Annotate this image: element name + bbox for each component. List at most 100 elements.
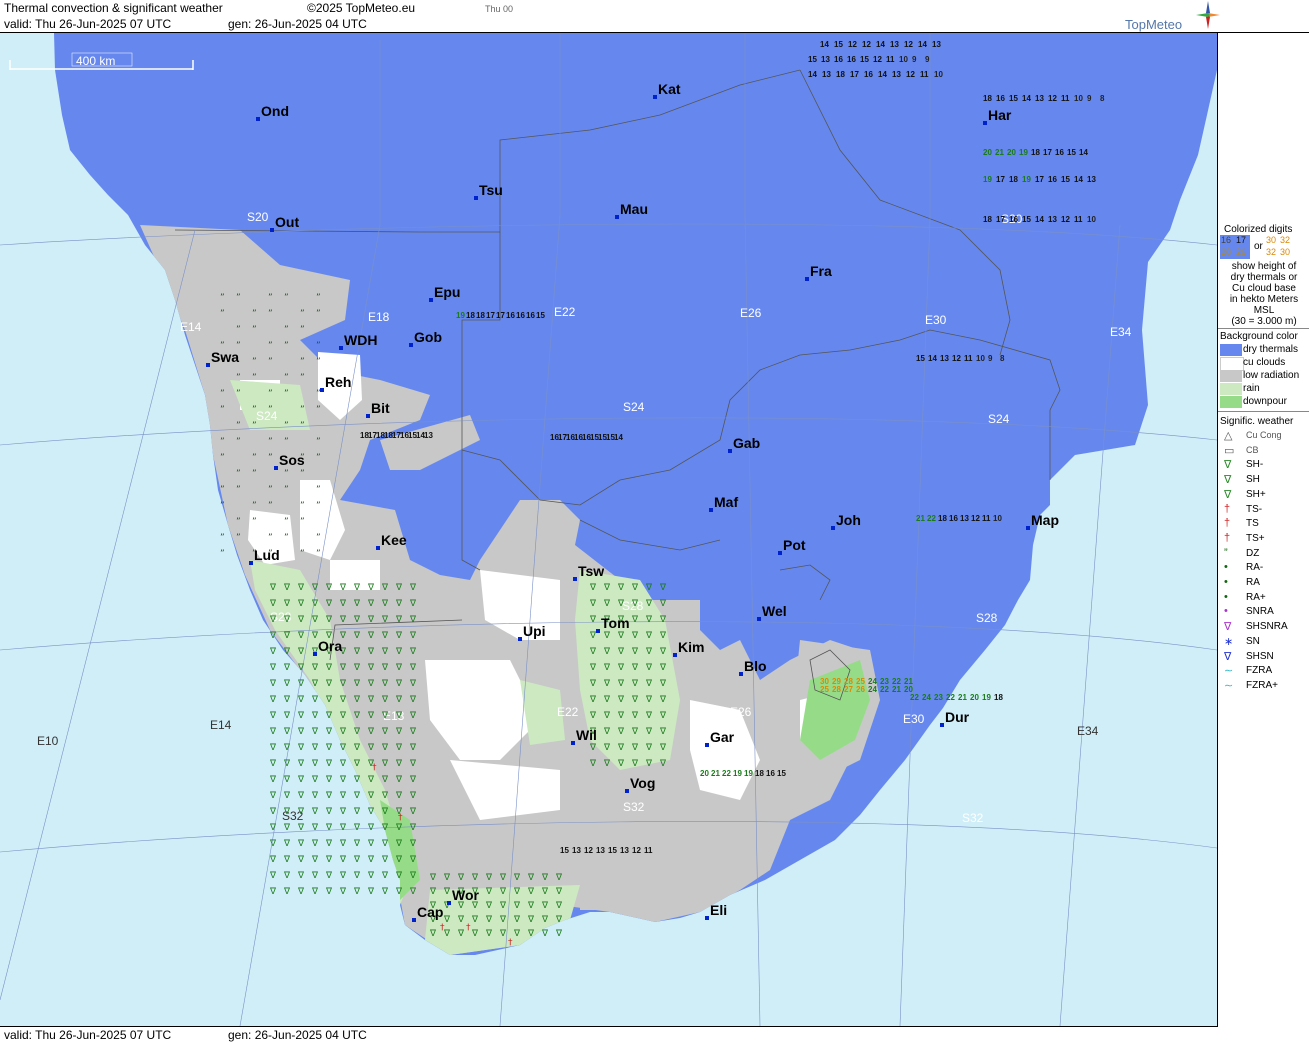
weather-symbol: ” [316, 485, 321, 495]
weather-symbol: ∇ [283, 727, 291, 737]
weather-symbol: ” [300, 325, 305, 335]
city-label[interactable]: Mau [620, 201, 648, 217]
city-label[interactable]: Tom [601, 615, 630, 631]
weather-symbol: ∇ [353, 631, 361, 641]
legend-swatch [1220, 357, 1244, 371]
weather-symbol: ∇ [353, 855, 361, 865]
weather-symbol: ∇ [555, 901, 563, 911]
weather-symbol: ∇ [527, 915, 535, 925]
thermal-digit: 21 [892, 685, 901, 694]
city-label[interactable]: Gob [414, 329, 442, 345]
city-label[interactable]: Kee [381, 532, 407, 548]
city-label[interactable]: Map [1031, 512, 1059, 528]
weather-symbol: ∇ [353, 599, 361, 609]
grid-label: S32 [962, 811, 984, 825]
weather-symbol: ” [252, 469, 257, 479]
city-label[interactable]: Vog [630, 775, 655, 791]
city-label[interactable]: Kim [678, 639, 704, 655]
grid-label: E22 [557, 705, 579, 719]
weather-symbol: ∇ [485, 873, 493, 883]
city-label[interactable]: Lud [254, 547, 280, 563]
weather-symbol: ∇ [325, 807, 333, 817]
city-label[interactable]: Tsw [578, 563, 604, 579]
weather-symbol: ∇ [603, 743, 611, 753]
city-label[interactable]: Har [988, 107, 1012, 123]
city-label[interactable]: Wor [452, 887, 480, 903]
city-label[interactable]: Swa [211, 349, 239, 365]
thermal-digit: 12 [1048, 94, 1057, 103]
city-label[interactable]: Pot [783, 537, 806, 553]
weather-symbol: ∇ [409, 631, 417, 641]
weather-symbol: ∇ [631, 599, 639, 609]
thermal-digit: 13 [892, 70, 901, 79]
legend-wx-icon: ∗ [1224, 635, 1234, 648]
city-label[interactable]: Ora [318, 638, 342, 654]
city-label[interactable]: Upi [523, 623, 546, 639]
city-label[interactable]: Maf [714, 494, 738, 510]
weather-symbol: ∇ [631, 695, 639, 705]
grid-label: E30 [903, 712, 925, 726]
weather-symbol: ∇ [353, 679, 361, 689]
weather-symbol: ” [220, 437, 225, 447]
legend-wx-icon: • [1224, 590, 1228, 603]
weather-symbol: ∇ [541, 887, 549, 897]
weather-symbol: ∇ [645, 743, 653, 753]
thermal-digit: 13 [822, 70, 831, 79]
weather-symbol: ∇ [311, 695, 319, 705]
city-label[interactable]: Gab [733, 435, 760, 451]
city-label[interactable]: Tsu [479, 182, 503, 198]
weather-symbol: ∇ [589, 647, 597, 657]
weather-symbol: ∇ [457, 915, 465, 925]
thermal-digit: 20 [983, 148, 992, 157]
weather-symbol: ∇ [297, 823, 305, 833]
city-label[interactable]: Reh [325, 374, 351, 390]
weather-symbol: ∇ [297, 679, 305, 689]
city-label[interactable]: Kat [658, 81, 681, 97]
city-label[interactable]: Cap [417, 904, 443, 920]
grid-label: E34 [1077, 724, 1099, 738]
weather-symbol: ∇ [457, 873, 465, 883]
grid-label: S24 [988, 412, 1010, 426]
weather-symbol: ∇ [395, 663, 403, 673]
weather-symbol: ∇ [311, 855, 319, 865]
weather-symbol: ” [316, 405, 321, 415]
weather-symbol: ∇ [395, 855, 403, 865]
weather-symbol: ” [252, 405, 257, 415]
topmeteo-logo-text[interactable]: TopMeteo [1125, 17, 1182, 32]
city-label[interactable]: Sos [279, 452, 305, 468]
thermal-digit: 24 [868, 685, 877, 694]
city-label[interactable]: Wel [762, 603, 787, 619]
weather-symbol: ” [284, 469, 289, 479]
city-label[interactable]: Out [275, 214, 299, 230]
weather-symbol: ” [284, 533, 289, 543]
city-label[interactable]: Joh [836, 512, 861, 528]
weather-symbol: ∇ [269, 631, 277, 641]
weather-symbol: ∇ [283, 775, 291, 785]
day-tab[interactable]: Thu 00 [485, 4, 513, 14]
weather-symbol: ∇ [603, 663, 611, 673]
weather-map[interactable]: 400 km S20 S20 E14 E18 E22 E26 E30 E34 S24 S24 S24… [0, 33, 1217, 1026]
weather-symbol: ∇ [645, 727, 653, 737]
city-label[interactable]: WDH [344, 332, 377, 348]
city-label[interactable]: Ond [261, 103, 289, 119]
city-label[interactable]: Fra [810, 263, 832, 279]
weather-symbol: ∇ [353, 887, 361, 897]
city-marker [673, 653, 677, 657]
city-label[interactable]: Wil [576, 727, 597, 743]
thermal-digit: 15 [1022, 215, 1031, 224]
weather-symbol: ” [236, 437, 241, 447]
city-label[interactable]: Bit [371, 400, 390, 416]
city-label[interactable]: Eli [710, 902, 727, 918]
city-label[interactable]: Blo [744, 658, 767, 674]
weather-symbol: ∇ [269, 679, 277, 689]
thermal-digit: 12 [1061, 215, 1070, 224]
thermal-digit: 19 [456, 311, 465, 320]
weather-symbol: ∇ [395, 695, 403, 705]
weather-symbol: ∇ [283, 631, 291, 641]
city-label[interactable]: Dur [945, 709, 970, 725]
weather-symbol: ” [236, 389, 241, 399]
weather-symbol: ∇ [589, 743, 597, 753]
city-label[interactable]: Gar [710, 729, 735, 745]
weather-symbol: ” [236, 533, 241, 543]
city-label[interactable]: Epu [434, 284, 460, 300]
